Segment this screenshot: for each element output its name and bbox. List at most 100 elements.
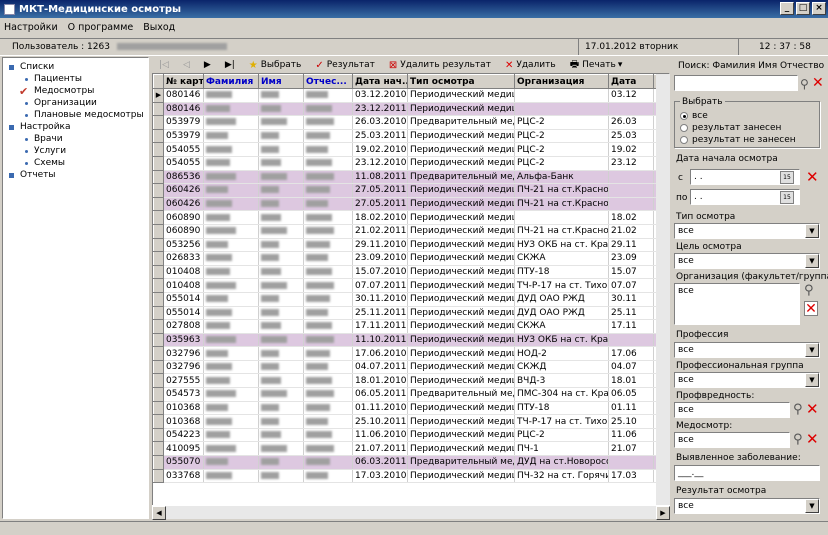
calendar-icon[interactable]: 15	[780, 171, 794, 184]
select-button[interactable]: ★ Выбрать	[242, 57, 309, 73]
tree-item[interactable]: Пациенты	[3, 73, 148, 85]
chevron-down-icon[interactable]: ▼	[805, 343, 819, 357]
table-row[interactable]: 053979 26.03.2010Предварительный медицинР…	[153, 115, 668, 130]
organization-list[interactable]: все	[674, 283, 800, 325]
table-row[interactable]: 053979 25.03.2011Периодический медицинскР…	[153, 128, 668, 144]
first-record-button[interactable]: |◁	[152, 57, 176, 73]
table-row[interactable]: 032796 04.07.2011Периодический медицинскС…	[153, 359, 668, 375]
clear-medexam-icon[interactable]: ✕	[806, 432, 819, 447]
tree-item[interactable]: Списки	[3, 61, 148, 73]
exams-grid[interactable]: № карты Фамилия Имя Отчес... Дата нач...…	[152, 73, 670, 519]
calendar-icon[interactable]: 15	[780, 191, 794, 204]
maximize-button[interactable]: □	[796, 2, 810, 15]
close-button[interactable]: ×	[812, 2, 826, 15]
table-row[interactable]: 032796 17.06.2010Периодический медицинскН…	[153, 346, 668, 361]
tree-item[interactable]: Услуги	[3, 145, 148, 157]
table-row[interactable]: 010368 25.10.2011Периодический медицинскТ…	[153, 414, 668, 429]
delete-button[interactable]: ✕ Удалить	[498, 57, 563, 73]
print-button[interactable]: 🖶 Печать ▾	[563, 57, 630, 73]
prof-group-select[interactable]: все ▼	[674, 372, 820, 388]
search-input[interactable]	[674, 75, 798, 91]
next-record-button[interactable]: ▶	[197, 57, 218, 73]
table-row[interactable]: 060890 21.02.2011Периодический медицинскП…	[153, 223, 668, 239]
table-row[interactable]: 055014 25.11.2011Периодический медицинскД…	[153, 305, 668, 321]
purpose-select[interactable]: все ▼	[674, 253, 820, 269]
clear-dates-icon[interactable]: ✕	[806, 170, 819, 185]
table-row[interactable]: 060426 27.05.2011Периодический медицинскП…	[153, 183, 668, 198]
col-start-date[interactable]: Дата нач...	[352, 74, 408, 89]
last-record-button[interactable]: ▶|	[218, 57, 242, 73]
delete-result-button[interactable]: ⊠ Удалить результат	[382, 57, 498, 73]
col-name[interactable]: Имя	[258, 74, 304, 89]
search-icon[interactable]: ⚲	[800, 77, 809, 91]
table-row[interactable]: 055014 30.11.2010Периодический медицинскД…	[153, 291, 668, 307]
table-row[interactable]: 010408 07.07.2011Периодический медицинскТ…	[153, 278, 668, 293]
chevron-down-icon[interactable]: ▼	[805, 373, 819, 387]
redacted-text	[206, 91, 232, 99]
prev-record-button[interactable]: ◁	[176, 57, 197, 73]
radio-result-entered[interactable]: результат занесен	[680, 123, 781, 133]
table-row[interactable]: 010368 01.11.2010Периодический медицинскП…	[153, 400, 668, 416]
cell-name	[258, 115, 304, 130]
col-exam-type[interactable]: Тип осмотра	[407, 74, 515, 89]
clear-org-icon[interactable]: ✕	[804, 301, 818, 316]
result-button[interactable]: ✓ Результат	[308, 57, 382, 73]
chevron-down-icon[interactable]: ▼	[805, 224, 819, 238]
tree-item[interactable]: ✔ Медосмотры	[3, 85, 148, 98]
col-surname[interactable]: Фамилия	[203, 74, 259, 89]
radio-result-not-entered[interactable]: результат не занесен	[680, 135, 796, 145]
scroll-left-button[interactable]: ◀	[152, 506, 166, 520]
chevron-down-icon[interactable]: ▼	[805, 499, 819, 513]
table-row[interactable]: 055070 06.03.2011Предварительный медицинД…	[153, 455, 668, 470]
clear-search-icon[interactable]: ✕	[812, 76, 824, 90]
medexam-search-icon[interactable]: ⚲	[793, 432, 803, 447]
harm-search-icon[interactable]: ⚲	[793, 402, 803, 417]
col-card[interactable]: № карты	[163, 74, 204, 89]
table-row[interactable]: 060890 18.02.2010Периодический медицинск 1…	[153, 210, 668, 225]
tree-item[interactable]: Настройка	[3, 121, 148, 133]
tree-item[interactable]: Схемы	[3, 157, 148, 169]
scroll-track[interactable]	[166, 506, 656, 519]
table-row[interactable]: 027808 17.11.2011Периодический медицинскС…	[153, 319, 668, 334]
table-row[interactable]: ▶080146 03.12.2010Периодический медицинск…	[153, 88, 668, 103]
exam-type-select[interactable]: все ▼	[674, 223, 820, 239]
tree-item[interactable]: Плановые медосмотры	[3, 109, 148, 121]
table-row[interactable]: 410095 21.07.2011Периодический медицинскП…	[153, 441, 668, 457]
table-row[interactable]: 054573 06.05.2011Предварительный медицинП…	[153, 387, 668, 402]
cell-name	[258, 278, 304, 293]
disease-input[interactable]: ___.__	[674, 465, 820, 481]
col-organization[interactable]: Организация	[514, 74, 609, 89]
table-row[interactable]: 026833 23.09.2010Периодический медицинскС…	[153, 251, 668, 266]
grid-horizontal-scrollbar[interactable]: ◀ ▶	[152, 505, 670, 520]
org-search-icon[interactable]: ⚲	[804, 283, 814, 298]
minimize-button[interactable]: _	[780, 2, 794, 15]
tree-item[interactable]: Врачи	[3, 133, 148, 145]
table-row[interactable]: 010408 15.07.2010Периодический медицинскП…	[153, 264, 668, 280]
table-row[interactable]: 033768 17.03.2010Периодический медицинскП…	[153, 468, 668, 484]
radio-all[interactable]: все	[680, 111, 708, 121]
col-patronymic[interactable]: Отчес...	[303, 74, 353, 89]
harm-input[interactable]: все	[674, 402, 790, 418]
table-row[interactable]: 054055 19.02.2010Периодический медицинскР…	[153, 142, 668, 157]
table-row[interactable]: 053256 29.11.2010Периодический медицинскН…	[153, 237, 668, 253]
table-row[interactable]: 054223 11.06.2010Периодический медицинскР…	[153, 427, 668, 443]
chevron-down-icon[interactable]: ▼	[805, 254, 819, 268]
table-row[interactable]: 060426 27.05.2011Периодический медицинскП…	[153, 196, 668, 212]
table-row[interactable]: 086536 11.08.2011Предварительный медицинА…	[153, 169, 668, 185]
menu-exit[interactable]: Выход	[143, 22, 175, 33]
tree-item[interactable]: Отчеты	[3, 169, 148, 181]
scroll-right-button[interactable]: ▶	[656, 506, 670, 520]
grid-vertical-scrollbar[interactable]	[656, 74, 670, 505]
tree-item[interactable]: Организации	[3, 97, 148, 109]
profession-select[interactable]: все ▼	[674, 342, 820, 358]
menu-settings[interactable]: Настройки	[4, 22, 58, 33]
table-row[interactable]: 027555 18.01.2010Периодический медицинскВ…	[153, 373, 668, 389]
menu-about[interactable]: О программе	[68, 22, 134, 33]
table-row[interactable]: 035963 11.10.2011Периодический медицинскН…	[153, 332, 668, 348]
clear-harm-icon[interactable]: ✕	[806, 402, 819, 417]
exam-result-select[interactable]: все ▼	[674, 498, 820, 514]
col-date2[interactable]: Дата	[608, 74, 654, 89]
medexam-input[interactable]: все	[674, 432, 790, 448]
table-row[interactable]: 080146 23.12.2011Периодический медицинск	[153, 101, 668, 117]
table-row[interactable]: 054055 23.12.2010Периодический медицинскР…	[153, 155, 668, 171]
